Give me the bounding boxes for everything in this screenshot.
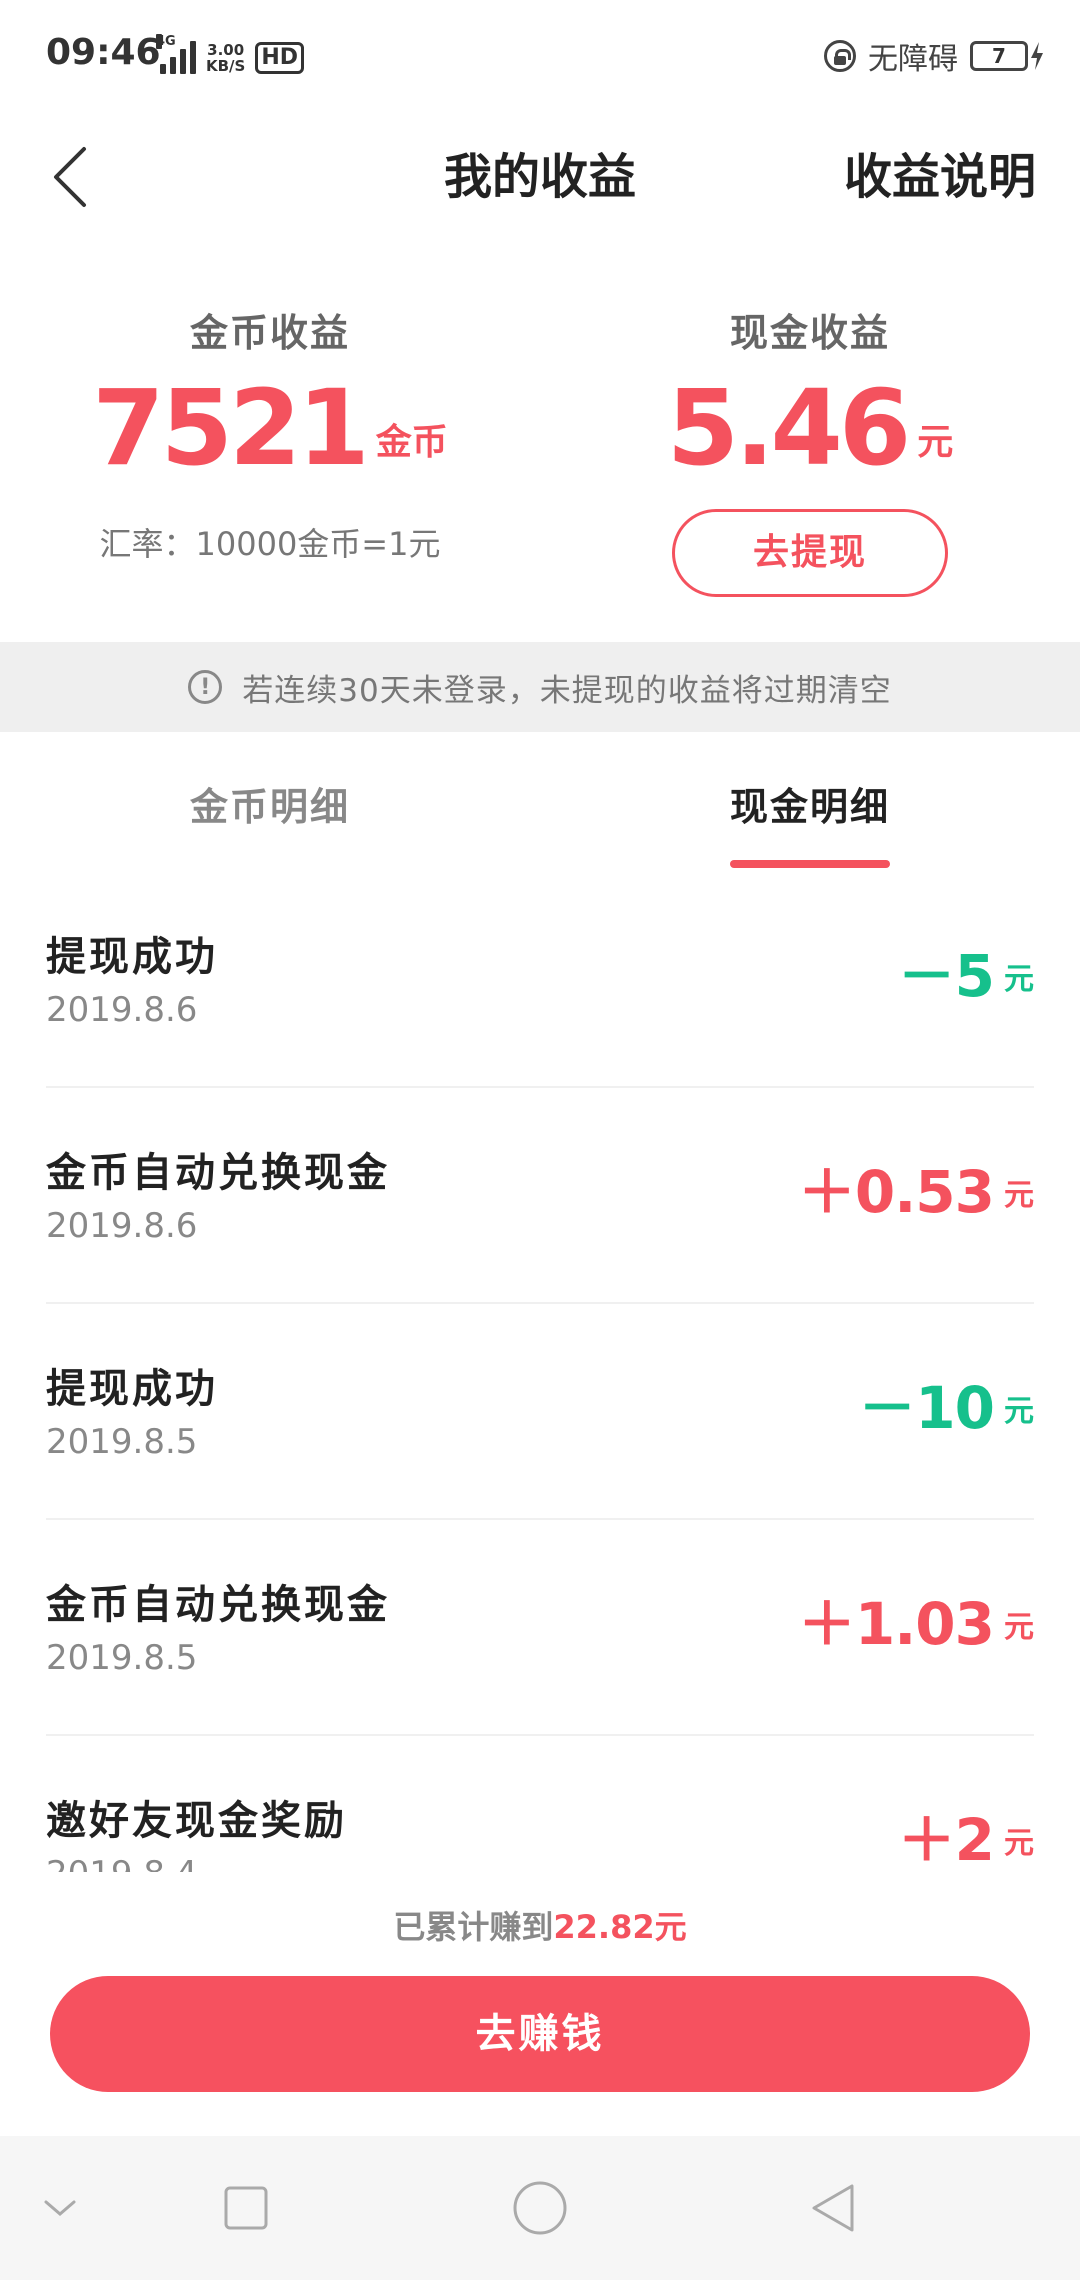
coin-earnings-label: 金币收益 [189, 311, 350, 355]
withdraw-button[interactable]: 去提现 [672, 509, 948, 597]
circle-icon [513, 2181, 567, 2235]
signal-group: 4G 3.00 KB/S HD [156, 30, 305, 75]
coin-amount: 7521 [92, 367, 369, 489]
transaction-title: 邀好友现金奖励 [46, 1798, 347, 1844]
cash-earnings: 现金收益 5.46 元 去提现 [540, 242, 1080, 597]
accessibility-label: 无障碍 [868, 42, 958, 77]
transaction-amount: －5 元 [897, 942, 1034, 1010]
cash-earnings-value: 5.46 元 [540, 373, 1080, 483]
cash-amount: 5.46 [666, 367, 912, 489]
earnings-summary: 金币收益 7521 金币 汇率：10000金币=1元 现金收益 5.46 元 去… [0, 242, 1080, 642]
nav-home-button[interactable] [480, 2136, 600, 2280]
transaction-date: 2019.8.5 [46, 1638, 198, 1678]
transaction-title: 金币自动兑换现金 [46, 1582, 390, 1628]
transaction-row[interactable]: 提现成功 2019.8.5 －10 元 [46, 1304, 1034, 1520]
transaction-row[interactable]: 金币自动兑换现金 2019.8.5 ＋1.03 元 [46, 1520, 1034, 1736]
transaction-amount: －10 元 [858, 1374, 1034, 1442]
lock-icon [824, 40, 856, 72]
battery-level: 7 [970, 41, 1028, 71]
transaction-amount: ＋2 元 [897, 1806, 1034, 1872]
transaction-row[interactable]: 邀好友现金奖励 2019.8.4 ＋2 元 [46, 1736, 1034, 1872]
system-nav-bar [0, 2136, 1080, 2280]
bottom-panel: 已累计赚到22.82元 去赚钱 [0, 1872, 1080, 2136]
coin-earnings-value: 7521 金币 [0, 373, 540, 483]
total-earned-label: 已累计赚到 [393, 1908, 554, 1946]
expiry-notice: ! 若连续30天未登录，未提现的收益将过期清空 [0, 642, 1080, 732]
tab-cash-details[interactable]: 现金明细 [540, 732, 1080, 872]
status-time: 09:46 [46, 32, 161, 73]
transaction-list[interactable]: 提现成功 2019.8.6 －5 元 金币自动兑换现金 2019.8.6 ＋0.… [0, 872, 1080, 1872]
detail-tabs: 金币明细 现金明细 [0, 732, 1080, 872]
cash-unit: 元 [917, 422, 954, 463]
triangle-back-icon [812, 2184, 854, 2232]
notice-text: 若连续30天未登录，未提现的收益将过期清空 [242, 672, 892, 709]
network-type: 4G [156, 34, 176, 49]
battery-icon: 7 [970, 41, 1044, 71]
earn-money-button[interactable]: 去赚钱 [50, 1976, 1030, 2092]
total-earned: 已累计赚到22.82元 [0, 1902, 1080, 1948]
exchange-rate: 汇率：10000金币=1元 [99, 525, 441, 563]
warning-icon: ! [188, 670, 223, 704]
transaction-amount: ＋0.53 元 [797, 1158, 1034, 1226]
transaction-amount: ＋1.03 元 [797, 1590, 1034, 1658]
cash-earnings-label: 现金收益 [729, 311, 890, 355]
chevron-down-icon [44, 2200, 76, 2216]
transaction-date: 2019.8.4 [46, 1854, 197, 1872]
nav-back-button[interactable] [774, 2136, 894, 2280]
transaction-date: 2019.8.6 [46, 1206, 198, 1246]
coin-earnings: 金币收益 7521 金币 汇率：10000金币=1元 [0, 242, 540, 565]
signal-icon: 4G [156, 34, 196, 74]
nav-collapse-button[interactable] [0, 2136, 120, 2280]
square-icon [224, 2186, 268, 2230]
transaction-date: 2019.8.5 [46, 1422, 198, 1462]
charging-icon [1031, 42, 1043, 70]
status-bar: 09:46 4G 3.00 KB/S HD 无障碍 7 [0, 0, 1080, 112]
active-tab-indicator [730, 860, 890, 868]
coin-unit: 金币 [375, 422, 448, 463]
nav-recents-button[interactable] [186, 2136, 306, 2280]
transaction-title: 提现成功 [46, 934, 218, 980]
network-speed: 3.00 KB/S [206, 41, 246, 75]
transaction-title: 提现成功 [46, 1366, 218, 1412]
earnings-explanation-link[interactable]: 收益说明 [844, 112, 1036, 242]
hd-icon: HD [255, 42, 305, 74]
transaction-title: 金币自动兑换现金 [46, 1150, 390, 1196]
transaction-row[interactable]: 金币自动兑换现金 2019.8.6 ＋0.53 元 [46, 1088, 1034, 1304]
header: 我的收益 收益说明 [0, 112, 1080, 242]
total-earned-value: 22.82元 [553, 1908, 687, 1946]
status-right: 无障碍 7 [824, 32, 1044, 80]
tab-coin-details[interactable]: 金币明细 [0, 732, 540, 872]
transaction-row[interactable]: 提现成功 2019.8.6 －5 元 [46, 872, 1034, 1088]
transaction-date: 2019.8.6 [46, 990, 198, 1030]
